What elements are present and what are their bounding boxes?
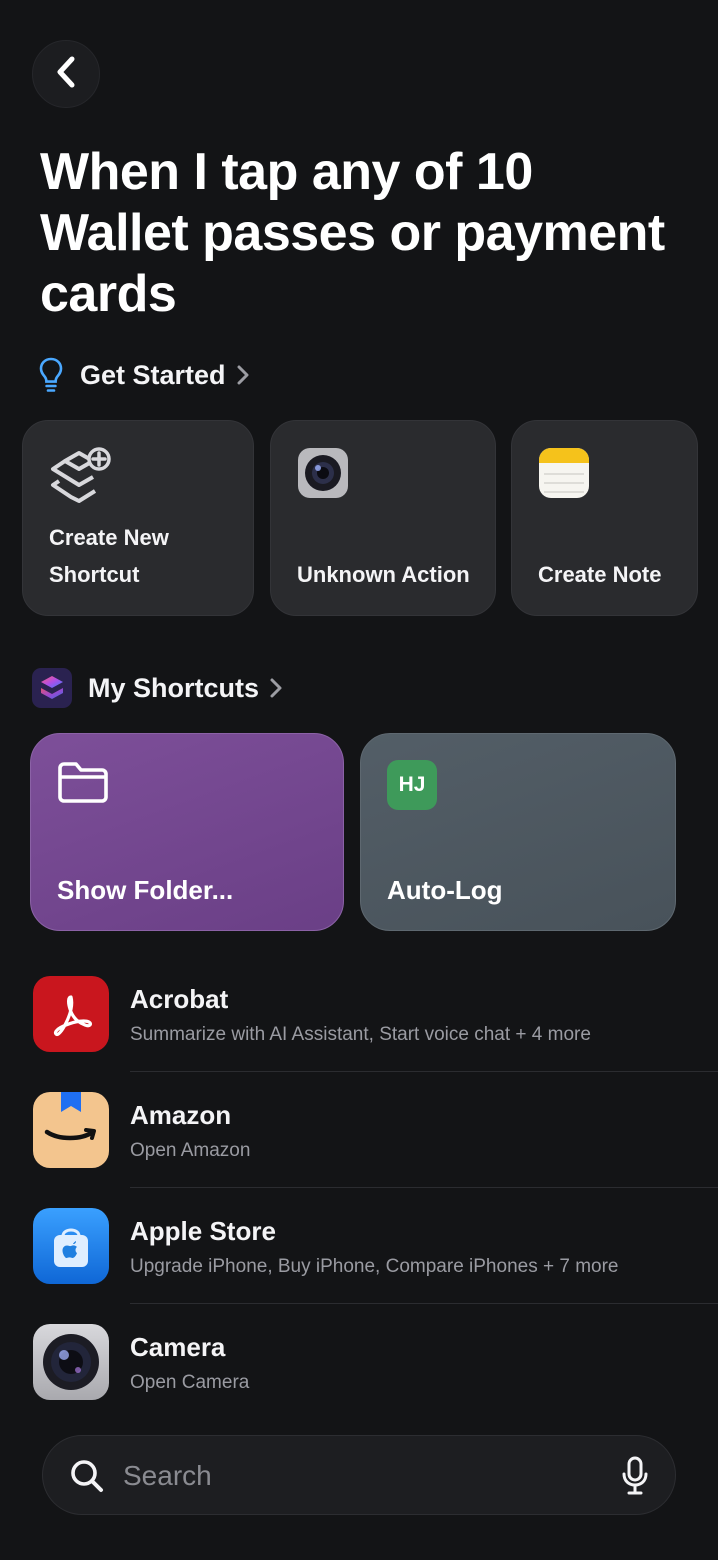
app-actions-summary: Upgrade iPhone, Buy iPhone, Compare iPho… [130,1256,619,1277]
app-name: Apple Store [130,1216,276,1246]
hj-badge-icon: HJ [387,760,437,810]
create-note-label: Create Note [538,562,662,587]
get-started-label: Get Started [80,359,226,390]
divider [130,1187,718,1188]
page-title: When I tap any of 10 Wallet passes or pa… [40,143,665,323]
show-folder-shortcut-tile[interactable]: Show Folder... [30,733,344,931]
app-actions-summary: Open Camera [130,1372,250,1393]
auto-log-label: Auto-Log [387,875,503,905]
app-row-apple-store[interactable]: Apple Store Upgrade iPhone, Buy iPhone, … [0,1208,718,1324]
show-folder-label: Show Folder... [57,875,234,905]
chevron-left-icon [53,55,79,94]
shortcuts-app-icon [32,668,72,708]
unknown-action-label: Unknown Action [297,562,470,587]
camera-icon [33,1324,109,1400]
app-row-amazon[interactable]: Amazon Open Amazon [0,1092,718,1208]
my-shortcuts-label: My Shortcuts [88,672,260,703]
search-bar[interactable] [42,1435,676,1515]
app-actions-summary: Open Amazon [130,1140,251,1161]
camera-lens-icon [297,447,349,504]
magnifier-icon [69,1458,105,1499]
folder-icon [57,760,109,809]
app-name: Amazon [130,1100,232,1130]
lightbulb-icon [38,356,64,394]
my-shortcuts-link[interactable]: My Shortcuts [32,668,283,708]
acrobat-icon [33,976,109,1052]
chevron-right-icon [236,364,250,386]
app-name: Acrobat [130,984,229,1014]
auto-log-shortcut-tile[interactable]: HJ Auto-Log [360,733,676,931]
chevron-right-icon [269,677,283,699]
search-input[interactable] [123,1456,593,1496]
notes-icon [538,447,590,504]
app-row-camera[interactable]: Camera Open Camera [0,1324,718,1440]
create-new-shortcut-card[interactable]: Create New Shortcut [22,420,254,616]
get-started-link[interactable]: Get Started [38,356,250,394]
unknown-action-card[interactable]: Unknown Action [270,420,496,616]
back-button[interactable] [32,40,100,108]
app-name: Camera [130,1332,226,1362]
app-row-acrobat[interactable]: Acrobat Summarize with AI Assistant, Sta… [0,976,718,1092]
amazon-icon [33,1092,109,1168]
divider [130,1303,718,1304]
screen: When I tap any of 10 Wallet passes or pa… [0,0,718,1560]
microphone-icon[interactable] [621,1456,649,1501]
divider [130,1071,718,1072]
apple-store-icon [33,1208,109,1284]
app-actions-summary: Summarize with AI Assistant, Start voice… [130,1024,591,1045]
create-note-card[interactable]: Create Note [511,420,698,616]
shortcuts-plus-icon [49,447,113,512]
create-new-shortcut-label: Create New Shortcut [49,525,169,587]
